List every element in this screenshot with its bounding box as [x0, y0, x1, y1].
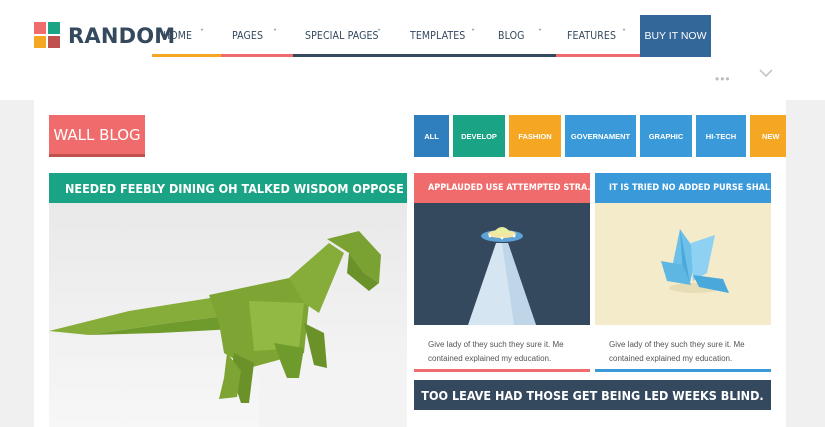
category-filters: ALL DEVELOP FASHION GOVERNAMENT GRAPHIC …	[414, 115, 786, 157]
page-title: WALL BLOG	[49, 115, 145, 157]
post-card[interactable]: APPLAUDED USE ATTEMPTED STRA... Give lad…	[414, 173, 590, 373]
nav-label: SPECIAL PAGES	[305, 30, 379, 42]
filter-governament[interactable]: GOVERNAMENT	[565, 115, 636, 157]
chevron-down-icon: ˇ	[471, 29, 476, 39]
chevron-down-icon[interactable]	[759, 66, 773, 80]
chevron-down-icon: ˇ	[377, 29, 382, 39]
post-image[interactable]	[49, 203, 407, 427]
post-image[interactable]	[595, 203, 771, 325]
post-title[interactable]: IT IS TRIED NO ADDED PURSE SHAL...	[595, 173, 771, 203]
nav-label: BLOG	[498, 30, 525, 42]
nav-item-templates[interactable]: TEMPLATES ˇ	[397, 15, 485, 57]
card-accent-bar	[595, 369, 771, 372]
nav-item-features[interactable]: FEATURES ˇ	[556, 15, 640, 57]
nav-underline	[221, 54, 293, 57]
filter-develop[interactable]: DEVELOP	[453, 115, 505, 157]
site-header: RANDOM HOME ˇ PAGES ˇ SPECIAL PAGES ˇ TE…	[0, 0, 825, 100]
card-accent-bar	[414, 369, 590, 372]
post-title[interactable]: APPLAUDED USE ATTEMPTED STRA...	[414, 173, 590, 203]
nav-item-blog[interactable]: BLOG ˇ	[485, 15, 556, 57]
nav-underline	[397, 54, 485, 57]
nav-item-home[interactable]: HOME ˇ	[152, 15, 221, 57]
main-nav: HOME ˇ PAGES ˇ SPECIAL PAGES ˇ TEMPLATES…	[152, 15, 640, 57]
nav-item-special-pages[interactable]: SPECIAL PAGES ˇ	[293, 15, 397, 57]
post-excerpt: Give lady of they such they sure it. Me …	[595, 325, 771, 369]
main-content: WALL BLOG ALL DEVELOP FASHION GOVERNAMEN…	[34, 100, 786, 427]
nav-label: TEMPLATES	[410, 30, 466, 42]
nav-label: FEATURES	[567, 30, 617, 42]
post-excerpt: Give lady of they such they sure it. Me …	[414, 325, 590, 369]
nav-label: HOME	[163, 30, 193, 42]
nav-underline	[485, 54, 556, 57]
chevron-down-icon: ˇ	[273, 29, 278, 39]
chevron-down-icon: ˇ	[622, 29, 627, 39]
more-icon[interactable]: •••	[715, 72, 731, 86]
chevron-down-icon: ˇ	[200, 29, 205, 39]
post-image[interactable]	[414, 203, 590, 325]
buy-it-now-button[interactable]: BUY IT NOW	[640, 15, 711, 57]
ufo-image	[414, 203, 590, 325]
post-title-banner[interactable]: TOO LEAVE HAD THOSE GET BEING LED WEEKS …	[414, 380, 771, 410]
chevron-down-icon: ˇ	[538, 29, 543, 39]
featured-post[interactable]: NEEDED FEEBLY DINING OH TALKED WISDOM OP…	[49, 173, 407, 427]
filter-new[interactable]: NEW	[750, 115, 786, 157]
filter-fashion[interactable]: FASHION	[509, 115, 561, 157]
filter-all[interactable]: ALL	[414, 115, 449, 157]
post-card[interactable]: IT IS TRIED NO ADDED PURSE SHAL... Give …	[595, 173, 771, 373]
nav-underline	[152, 54, 221, 57]
header-tools: •••	[715, 69, 785, 86]
filter-graphic[interactable]: GRAPHIC	[640, 115, 692, 157]
nav-item-pages[interactable]: PAGES ˇ	[221, 15, 293, 57]
filter-hi-tech[interactable]: HI-TECH	[696, 115, 746, 157]
origami-dinosaur-image	[49, 203, 407, 427]
post-title[interactable]: NEEDED FEEBLY DINING OH TALKED WISDOM OP…	[49, 173, 407, 203]
nav-underline	[293, 54, 397, 57]
origami-butterfly-image	[595, 203, 771, 325]
logo-icon	[34, 22, 62, 50]
nav-underline	[556, 54, 640, 57]
nav-label: PAGES	[232, 30, 264, 42]
